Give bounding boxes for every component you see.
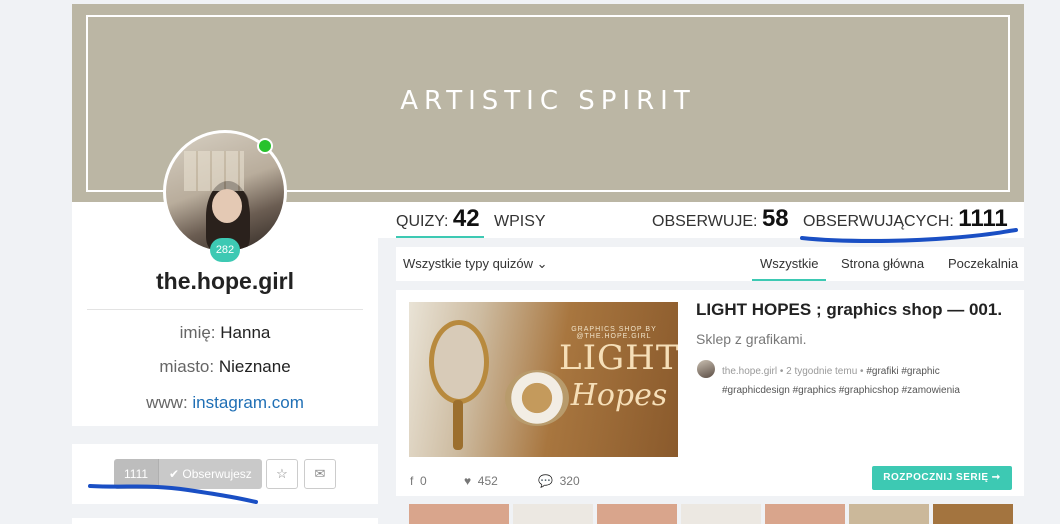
share-count: 0 xyxy=(420,474,427,488)
thumb-preview-4[interactable] xyxy=(681,504,761,524)
stat-following[interactable]: OBSERWUJE: 58 xyxy=(652,205,789,233)
quizzes-label: QUIZY: xyxy=(396,213,449,230)
like-stat[interactable]: ♥ 452 xyxy=(464,474,498,488)
level-badge: 282 xyxy=(210,238,240,262)
filter-active-indicator xyxy=(752,279,826,281)
star-button[interactable]: ☆ xyxy=(266,459,298,489)
info-name: imię: Hanna xyxy=(72,323,378,343)
online-status-icon xyxy=(257,138,273,154)
banner-title: ARTISTIC SPIRIT xyxy=(400,86,696,116)
www-label: www: xyxy=(146,393,188,412)
tags-line-1[interactable]: #grafiki #graphic xyxy=(866,366,939,377)
following-label: OBSERWUJE: xyxy=(652,213,758,230)
tab-home[interactable]: Strona główna xyxy=(841,256,924,271)
thumb-preview-3[interactable] xyxy=(597,504,677,524)
www-link[interactable]: instagram.com xyxy=(192,393,303,412)
facebook-icon: f xyxy=(410,474,414,488)
author-link[interactable]: the.hope.girl xyxy=(722,366,777,377)
pen-annotation-left xyxy=(88,484,258,504)
stat-quizzes[interactable]: QUIZY: 42 xyxy=(396,205,480,233)
quiz-thumbnail[interactable]: GRAPHICS SHOP BY @THE.HOPE.GIRL LIGHT Ho… xyxy=(409,302,678,457)
thumb-title: LIGHT xyxy=(559,338,678,378)
thumb-subtitle: Hopes xyxy=(570,378,668,413)
comment-count: 320 xyxy=(559,474,580,488)
quiz-meta: the.hope.girl • 2 tygodnie temu • #grafi… xyxy=(722,362,1012,400)
info-city: miasto: Nieznane xyxy=(72,357,378,377)
city-value: Nieznane xyxy=(218,357,291,376)
tab-waiting[interactable]: Poczekalnia xyxy=(948,256,1018,271)
quiz-type-dropdown[interactable]: Wszystkie typy quizów ⌄ xyxy=(403,256,548,272)
comment-stat[interactable]: 💬 320 xyxy=(538,474,580,488)
star-icon: ☆ xyxy=(276,466,288,481)
posts-label: WPISY xyxy=(494,213,546,230)
city-label: miasto: xyxy=(159,357,215,376)
mail-icon: ✉ xyxy=(314,466,326,481)
following-value: 58 xyxy=(761,205,789,232)
share-stat[interactable]: f 0 xyxy=(410,474,427,488)
author-avatar[interactable] xyxy=(697,360,715,378)
like-count: 452 xyxy=(477,474,498,488)
thumb-preview-1[interactable] xyxy=(409,504,509,524)
tab-all[interactable]: Wszystkie xyxy=(760,256,819,271)
active-tab-indicator xyxy=(396,236,484,238)
message-button[interactable]: ✉ xyxy=(304,459,336,489)
quiz-title[interactable]: LIGHT HOPES ; graphics shop — 001. xyxy=(696,300,1002,320)
info-www: www: instagram.com xyxy=(72,393,378,413)
tags-line-2[interactable]: #graphicdesign #graphics #graphicshop #z… xyxy=(722,385,960,396)
name-label: imię: xyxy=(179,323,216,342)
start-series-button[interactable]: ROZPOCZNIJ SERIĘ ➞ xyxy=(872,466,1012,490)
thumb-preview-5[interactable] xyxy=(765,504,845,524)
next-card-edge xyxy=(72,518,378,524)
thumb-preview-2[interactable] xyxy=(513,504,593,524)
heart-icon: ♥ xyxy=(464,474,472,488)
thumb-preview-6[interactable] xyxy=(849,504,929,524)
pen-annotation-right xyxy=(800,228,1018,243)
quiz-description: Sklep z grafikami. xyxy=(696,331,807,347)
name-value: Hanna xyxy=(220,323,271,342)
thumb-preview-7[interactable] xyxy=(933,504,1013,524)
stat-posts[interactable]: WPISY xyxy=(494,213,546,231)
post-time: • 2 tygodnie temu • xyxy=(779,366,864,377)
divider xyxy=(87,309,363,310)
quizzes-value: 42 xyxy=(452,205,480,232)
username: the.hope.girl xyxy=(156,268,294,294)
comment-icon: 💬 xyxy=(538,474,553,488)
